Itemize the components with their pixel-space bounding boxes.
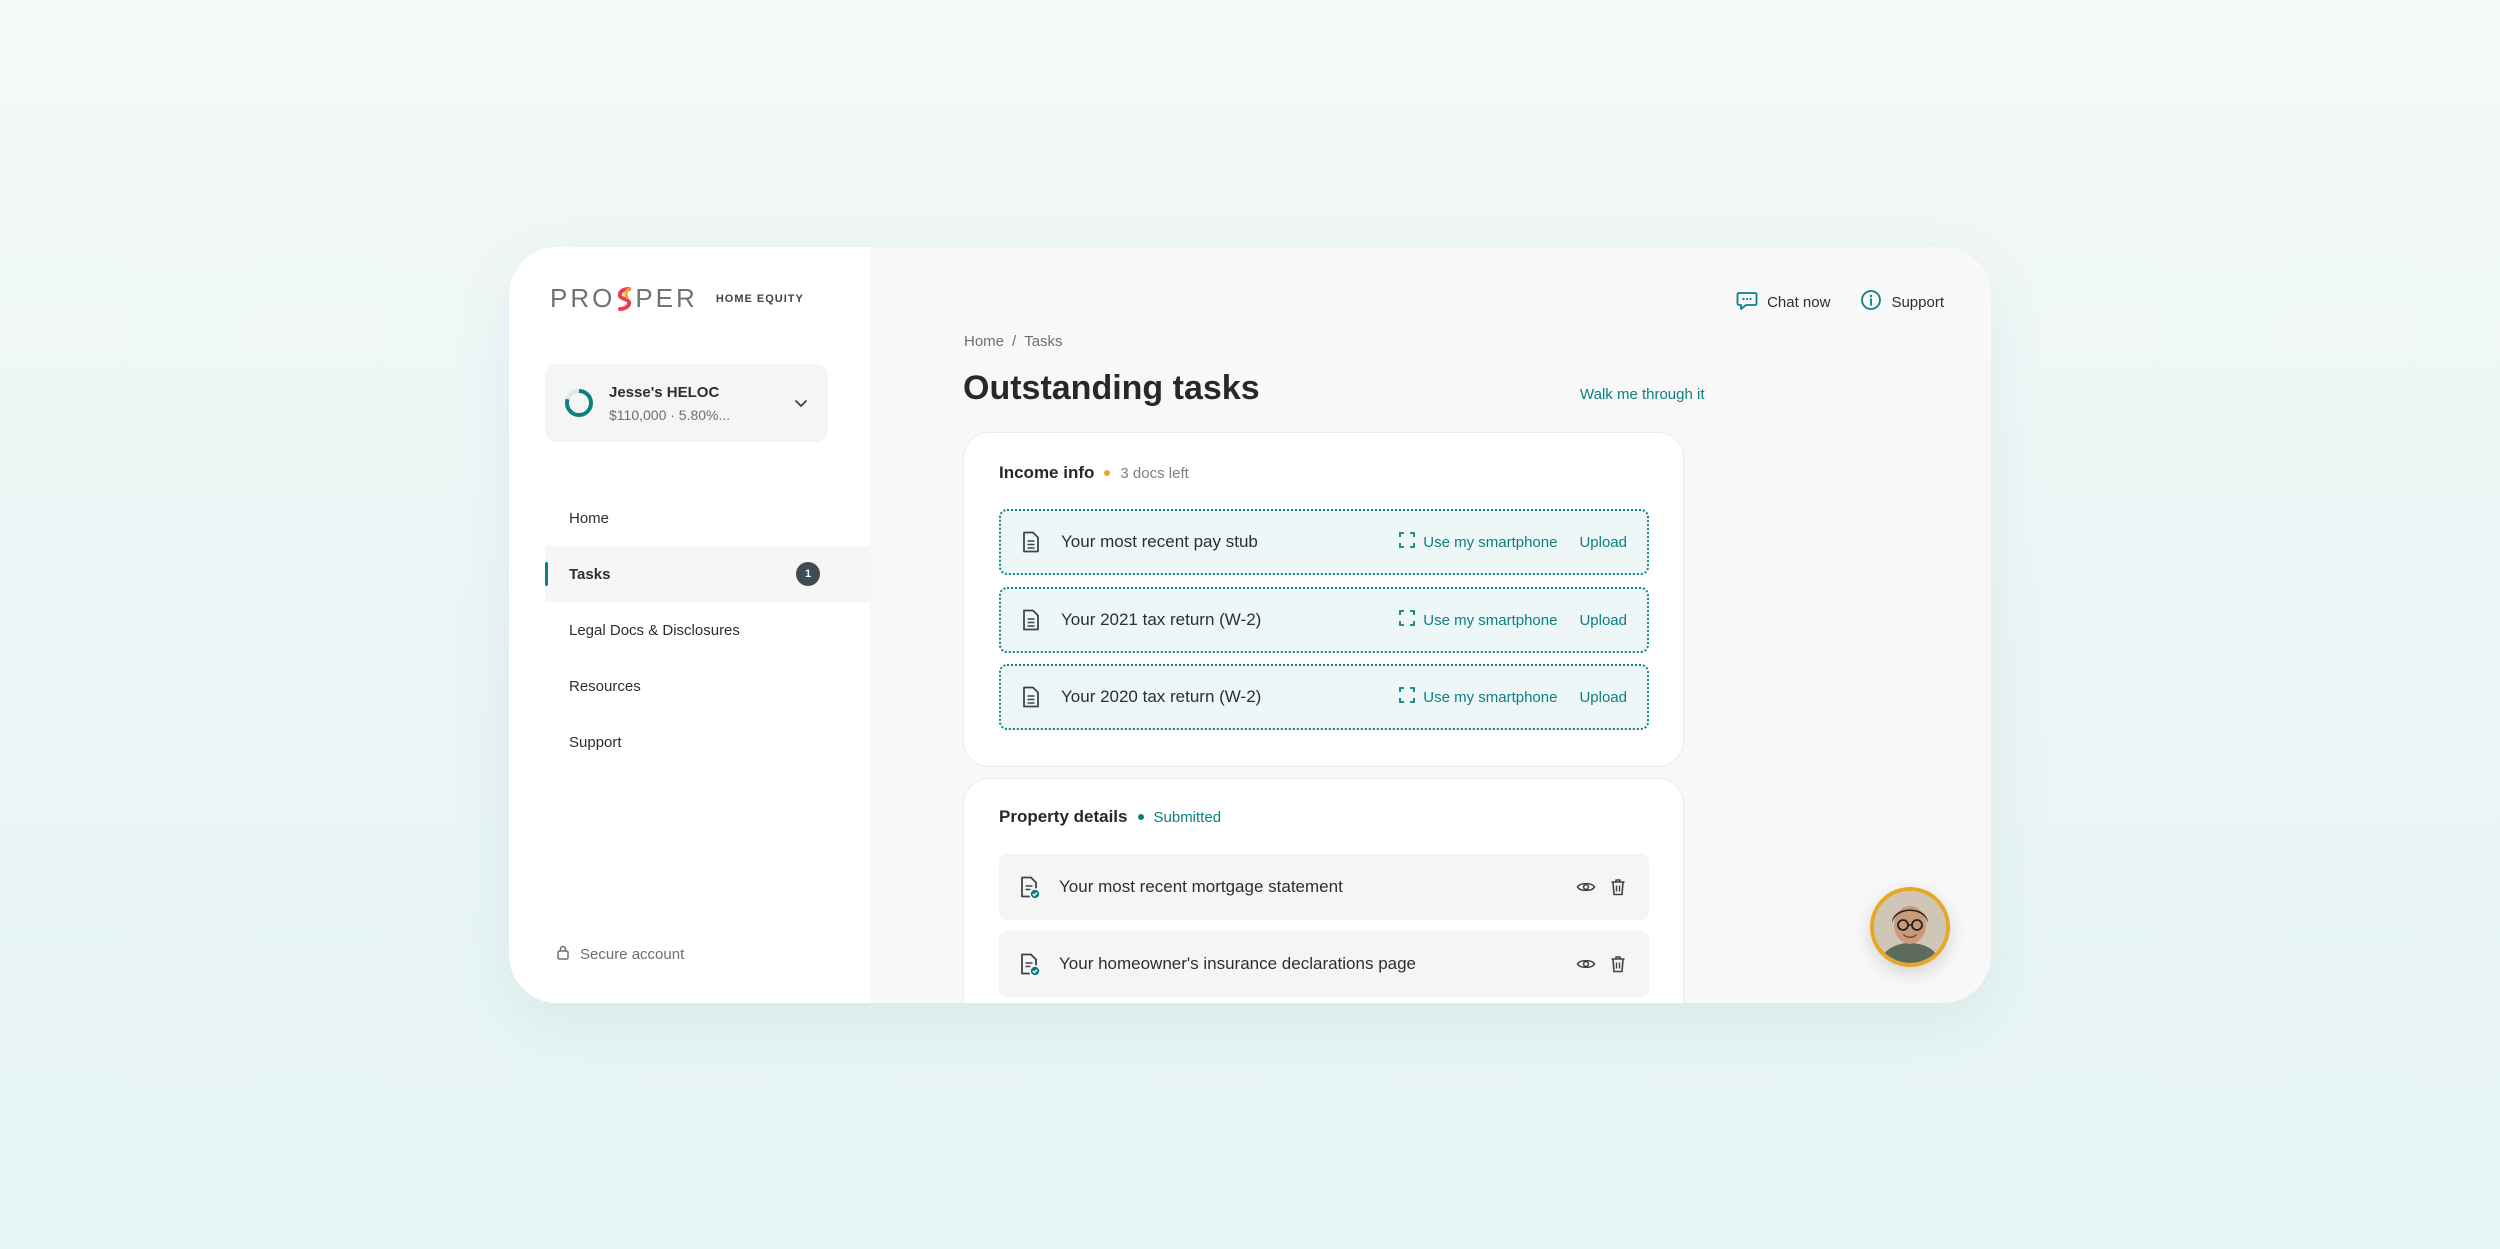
breadcrumb: Home / Tasks (964, 333, 1063, 350)
breadcrumb-current: Tasks (1024, 333, 1063, 350)
income-status: 3 docs left (1120, 464, 1189, 482)
chevron-down-icon (792, 394, 810, 412)
doc-label: Your homeowner's insurance declarations … (1059, 954, 1417, 973)
use-smartphone-button[interactable]: Use my smartphone (1399, 532, 1557, 552)
logo[interactable]: PRO PER HOME EQUITY (550, 283, 804, 314)
sidebar-item-resources[interactable]: Resources (545, 658, 870, 714)
top-actions: Chat now Support (1736, 289, 1944, 315)
scan-icon (1399, 687, 1416, 707)
property-details-title: Property details (999, 807, 1128, 826)
document-icon (1021, 531, 1041, 553)
sidebar-item-home[interactable]: Home (545, 490, 870, 546)
doc-label: Your 2021 tax return (W-2) (1061, 610, 1262, 629)
sidebar-item-label: Legal Docs & Disclosures (569, 621, 740, 639)
logo-text-b: PER (635, 283, 698, 313)
use-smartphone-label: Use my smartphone (1423, 688, 1558, 706)
income-doc-row[interactable]: Your 2021 tax return (W-2) Use my smartp… (999, 587, 1649, 653)
scan-icon (1399, 532, 1416, 552)
logo-text-a: PRO (550, 283, 616, 313)
logo-mark-icon (616, 286, 634, 311)
document-check-icon (1019, 876, 1041, 900)
chat-now-label: Chat now (1767, 293, 1831, 311)
income-info-header: Income info 3 docs left (999, 463, 1189, 483)
secure-account-label: Secure account (580, 945, 685, 963)
document-icon (1021, 686, 1041, 708)
trash-icon[interactable] (1607, 876, 1629, 898)
chat-icon (1736, 289, 1758, 315)
property-doc-row: Your homeowner's insurance declarations … (999, 931, 1649, 997)
sidebar-nav: Home Tasks 1 Legal Docs & Disclosures Re… (545, 490, 870, 770)
loan-detail: $110,000 · 5.80%... (609, 406, 731, 423)
property-doc-row: Your most recent mortgage statement (999, 854, 1649, 920)
eye-icon[interactable] (1575, 876, 1597, 898)
property-details-header: Property details Submitted (999, 807, 1221, 827)
walk-me-through-link[interactable]: Walk me through it (1580, 386, 1705, 403)
document-icon (1021, 609, 1041, 631)
income-doc-row[interactable]: Your 2020 tax return (W-2) Use my smartp… (999, 664, 1649, 730)
sidebar-item-label: Support (569, 733, 622, 751)
use-smartphone-button[interactable]: Use my smartphone (1399, 687, 1557, 707)
app-window: PRO PER HOME EQUITY Jesse's HELOC $110,0… (509, 247, 1991, 1003)
loan-info: Jesse's HELOC $110,000 · 5.80%... (609, 384, 792, 423)
sidebar-item-label: Tasks (569, 565, 611, 583)
property-status: Submitted (1153, 808, 1222, 826)
support-agent-avatar[interactable] (1870, 887, 1950, 967)
chat-now-button[interactable]: Chat now (1736, 289, 1830, 315)
use-smartphone-label: Use my smartphone (1423, 611, 1558, 629)
doc-label: Your 2020 tax return (W-2) (1061, 687, 1262, 706)
trash-icon[interactable] (1607, 953, 1629, 975)
breadcrumb-home[interactable]: Home (964, 333, 1004, 350)
progress-ring-icon (563, 387, 595, 419)
tasks-count-badge: 1 (796, 562, 820, 586)
main-content: Chat now Support Home / Tasks Outstandin… (870, 247, 1991, 1003)
loan-selector[interactable]: Jesse's HELOC $110,000 · 5.80%... (545, 364, 828, 442)
support-button[interactable]: Support (1860, 289, 1944, 315)
scan-icon (1399, 610, 1416, 630)
logo-subtitle: HOME EQUITY (715, 292, 804, 305)
sidebar-item-tasks[interactable]: Tasks 1 (545, 546, 870, 602)
info-icon (1860, 289, 1882, 315)
logo-wordmark: PRO PER (550, 283, 698, 314)
sidebar-item-label: Resources (569, 677, 641, 695)
sidebar-item-support[interactable]: Support (545, 714, 870, 770)
doc-label: Your most recent mortgage statement (1059, 877, 1343, 896)
sidebar-item-legal-docs[interactable]: Legal Docs & Disclosures (545, 602, 870, 658)
page-title: Outstanding tasks (963, 369, 1260, 407)
use-smartphone-button[interactable]: Use my smartphone (1399, 610, 1557, 630)
lock-icon (556, 944, 570, 964)
sidebar: PRO PER HOME EQUITY Jesse's HELOC $110,0… (509, 247, 870, 1003)
status-dot-icon (1137, 814, 1144, 820)
use-smartphone-label: Use my smartphone (1423, 533, 1558, 551)
status-dot-icon (1104, 470, 1111, 476)
doc-label: Your most recent pay stub (1061, 532, 1258, 551)
upload-button[interactable]: Upload (1579, 612, 1627, 629)
secure-account-link[interactable]: Secure account (556, 944, 684, 964)
income-info-title: Income info (999, 463, 1095, 482)
upload-button[interactable]: Upload (1579, 534, 1627, 551)
income-info-card: Income info 3 docs left Your most recent… (963, 432, 1684, 767)
income-doc-row[interactable]: Your most recent pay stub Use my smartph… (999, 509, 1649, 575)
upload-button[interactable]: Upload (1579, 689, 1627, 706)
loan-name: Jesse's HELOC (609, 383, 720, 401)
sidebar-item-label: Home (569, 509, 610, 527)
property-details-card: Property details Submitted Your most rec… (963, 778, 1684, 1003)
breadcrumb-separator: / (1012, 333, 1017, 350)
document-check-icon (1019, 953, 1041, 977)
support-label: Support (1891, 293, 1944, 311)
eye-icon[interactable] (1575, 953, 1597, 975)
